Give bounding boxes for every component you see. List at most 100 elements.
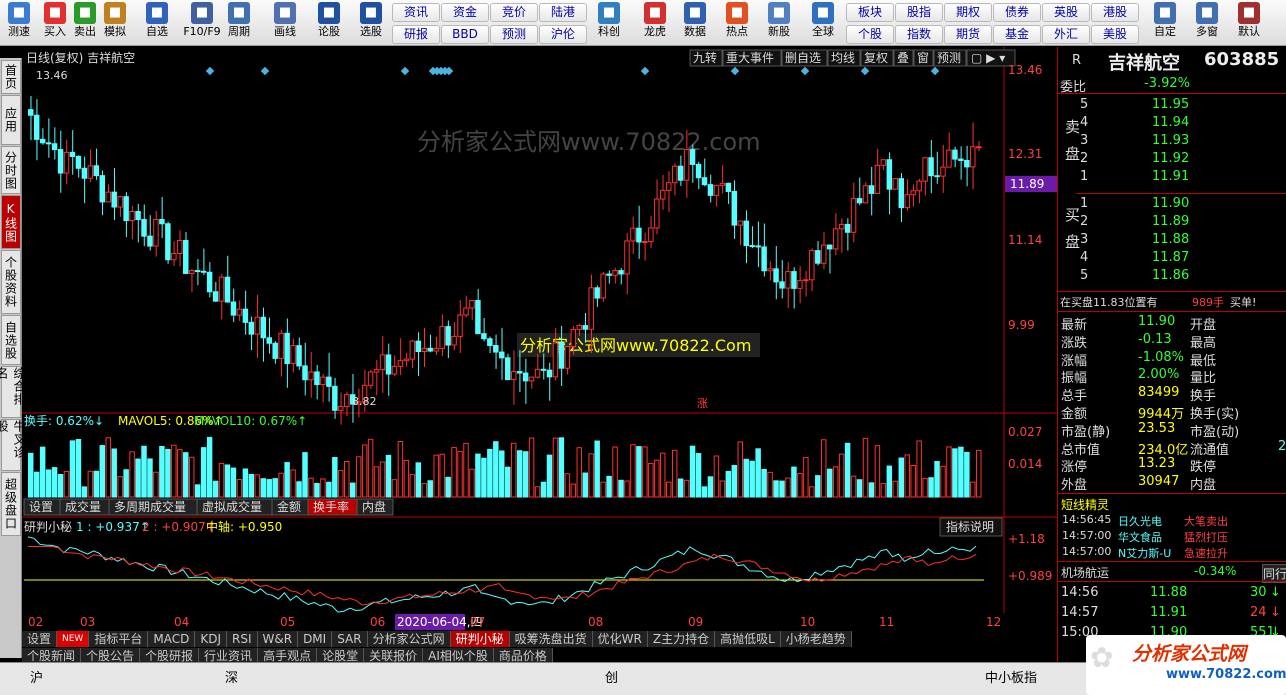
- toolbar-grid-button[interactable]: 个股: [846, 25, 894, 44]
- news-tab[interactable]: 高手观点: [258, 648, 318, 662]
- toolbar-grid-button[interactable]: 期权: [944, 3, 992, 22]
- volume-bar: [260, 478, 267, 498]
- status-zxb[interactable]: 中小板指: [985, 667, 1037, 686]
- volume-bar: [528, 437, 535, 498]
- toolbar-hot-button[interactable]: ■ 热点: [720, 2, 754, 38]
- toolbar-grid-button[interactable]: 美股: [1091, 25, 1139, 44]
- indicator-tab[interactable]: 小杨老趋势: [780, 631, 852, 647]
- indicator-tab[interactable]: W&R: [257, 631, 299, 647]
- toolbar-kechuang-button[interactable]: ■ 科创: [592, 2, 626, 38]
- vol-tab-label: 内盘: [362, 499, 386, 514]
- toolbar-sell-button[interactable]: ■ 卖出: [68, 2, 102, 38]
- toolbar-pen-button[interactable]: ■ 画线: [268, 2, 302, 38]
- toolbar-grid-button[interactable]: 债券: [993, 3, 1041, 22]
- volume-bar: [183, 452, 189, 498]
- toolbar-select-stock-button[interactable]: ■ 选股: [354, 2, 388, 38]
- left-tab-4[interactable]: 个股资料: [1, 250, 21, 314]
- indicator-tab[interactable]: Z主力持仓: [647, 631, 716, 647]
- news-tab[interactable]: 行业资讯: [199, 648, 259, 662]
- toolbar-grid-button[interactable]: 港股: [1091, 3, 1139, 22]
- news-tab[interactable]: 个股公告: [81, 648, 141, 662]
- toolbar-label: 自选: [146, 25, 168, 38]
- volume-bar: [475, 453, 481, 498]
- stat-label2: 流通值: [1190, 442, 1230, 458]
- bid-price: 11.88: [1152, 232, 1190, 247]
- news-tab[interactable]: AI相似个股: [423, 648, 494, 662]
- news-tab[interactable]: 论股堂: [317, 648, 365, 662]
- left-tab-1[interactable]: 应用: [1, 95, 21, 145]
- news-tab[interactable]: 商品价格: [493, 648, 553, 662]
- toolbar-grid-button[interactable]: 资金: [441, 3, 489, 22]
- indicator-tab[interactable]: 高抛低吸L: [715, 631, 781, 647]
- toolbar-multi-window-button[interactable]: ■ 多窗: [1190, 2, 1224, 38]
- toolbar-grid-button[interactable]: 期货: [944, 25, 992, 44]
- stat-label2: 换手(实): [1190, 407, 1240, 422]
- indicator-tab[interactable]: NEW: [57, 631, 90, 647]
- left-tab-7[interactable]: 牛叉诊股: [0, 419, 26, 471]
- toolbar-grid-button[interactable]: 板块: [846, 3, 894, 22]
- toolbar-label: 全球: [812, 25, 834, 38]
- status-sh[interactable]: 沪: [30, 667, 43, 686]
- toolbar-globe-button[interactable]: ■ 全球: [806, 2, 840, 38]
- toolbar-grid-button[interactable]: 研报: [392, 25, 440, 44]
- date-axis-label: 07: [470, 615, 485, 629]
- toolbar-star-button[interactable]: ■ 自选: [140, 2, 174, 38]
- indicator-tab[interactable]: SAR: [332, 631, 368, 647]
- toolbar-buy-button[interactable]: ■ 买入: [38, 2, 72, 38]
- toolbar-speed-button[interactable]: ■ 测速: [2, 2, 36, 38]
- indicator-tab[interactable]: 分析家公式网: [367, 631, 451, 647]
- left-tab-0[interactable]: 首页: [1, 60, 21, 94]
- site-logo: ✿ 分析家公式网 www.70822.com: [1086, 635, 1286, 695]
- toolbar-chat-button[interactable]: ■ 论股: [312, 2, 346, 38]
- indicator-tab[interactable]: RSI: [227, 631, 258, 647]
- volume-bar: [594, 440, 600, 498]
- indicator-tab[interactable]: 设置: [22, 631, 58, 647]
- candle-body: [39, 138, 46, 144]
- left-tab-5[interactable]: 自选股: [1, 315, 21, 365]
- kline-svg[interactable]: 日线(复权) 吉祥航空 九转 重大事件 删自选 均线 复权叠窗预测 ▢ ▶ ▾13.4612…: [22, 47, 1057, 632]
- indicator-tab[interactable]: 吸筹洗盘出货: [509, 631, 593, 647]
- indicator-tab[interactable]: 优化WR: [592, 631, 648, 647]
- indicator-tab[interactable]: KDJ: [195, 631, 227, 647]
- indicator-tab[interactable]: DMI: [298, 631, 333, 647]
- toolbar-f10-button[interactable]: ■ F10/F9: [182, 2, 222, 38]
- toolbar-hammer-button[interactable]: ■ 模拟: [98, 2, 132, 38]
- candle-body: [862, 185, 869, 204]
- news-tab[interactable]: 关联报价: [364, 648, 424, 662]
- toolbar-grid-button[interactable]: 陆港: [539, 3, 587, 22]
- left-tab-6[interactable]: 综合排名: [0, 366, 26, 418]
- toolbar-clock-button[interactable]: ■ 周期: [222, 2, 256, 38]
- left-tab-8[interactable]: 超级盘口: [1, 472, 21, 536]
- indicator-tab[interactable]: 研判小秘: [450, 631, 510, 647]
- left-tab-2[interactable]: 分时图: [1, 146, 21, 194]
- toolbar-ipo-button[interactable]: ■ 新股: [762, 2, 796, 38]
- status-sz[interactable]: 深: [225, 667, 238, 686]
- candle-body: [755, 245, 761, 248]
- left-tab-3[interactable]: K线图: [1, 195, 21, 249]
- toolbar-grid-button[interactable]: 外汇: [1042, 25, 1090, 44]
- toolbar-grid-button[interactable]: 英股: [1042, 3, 1090, 22]
- news-tab[interactable]: 个股新闻: [22, 648, 82, 662]
- indicator-tab[interactable]: MACD: [148, 631, 196, 647]
- toolbar-grid-button[interactable]: 基金: [993, 25, 1041, 44]
- volume-bar: [51, 467, 58, 498]
- toolbar-pe-button[interactable]: ■ 数据: [678, 2, 712, 38]
- indicator-tab[interactable]: 指标平台: [89, 631, 149, 647]
- volume-bar: [815, 475, 821, 498]
- toolbar-grid-button[interactable]: 预测: [490, 25, 538, 44]
- toolbar-grid-button[interactable]: 指数: [895, 25, 943, 44]
- toolbar-grid-button[interactable]: 竞价: [490, 3, 538, 22]
- news-tab[interactable]: 个股研报: [140, 648, 200, 662]
- toolbar-grid-button[interactable]: BBD: [441, 25, 489, 44]
- toolbar-grid-button[interactable]: 沪伦: [539, 25, 587, 44]
- candle-body: [111, 191, 117, 208]
- toolbar-home-button[interactable]: ■ 默认: [1232, 2, 1266, 38]
- toolbar-grid-button[interactable]: 资讯: [392, 3, 440, 22]
- status-cy[interactable]: 创: [605, 667, 618, 686]
- toolbar-grid-button[interactable]: 股指: [895, 3, 943, 22]
- volume-bar: [153, 471, 159, 498]
- kline-chart-area[interactable]: 日线(复权) 吉祥航空 九转 重大事件 删自选 均线 复权叠窗预测 ▢ ▶ ▾ 13.46 12…: [22, 47, 1057, 632]
- toolbar-custom-button[interactable]: ■ 自定: [1148, 2, 1182, 38]
- toolbar-tiger-button[interactable]: ■ 龙虎: [638, 2, 672, 38]
- sector-pct: -0.34%: [1194, 564, 1237, 578]
